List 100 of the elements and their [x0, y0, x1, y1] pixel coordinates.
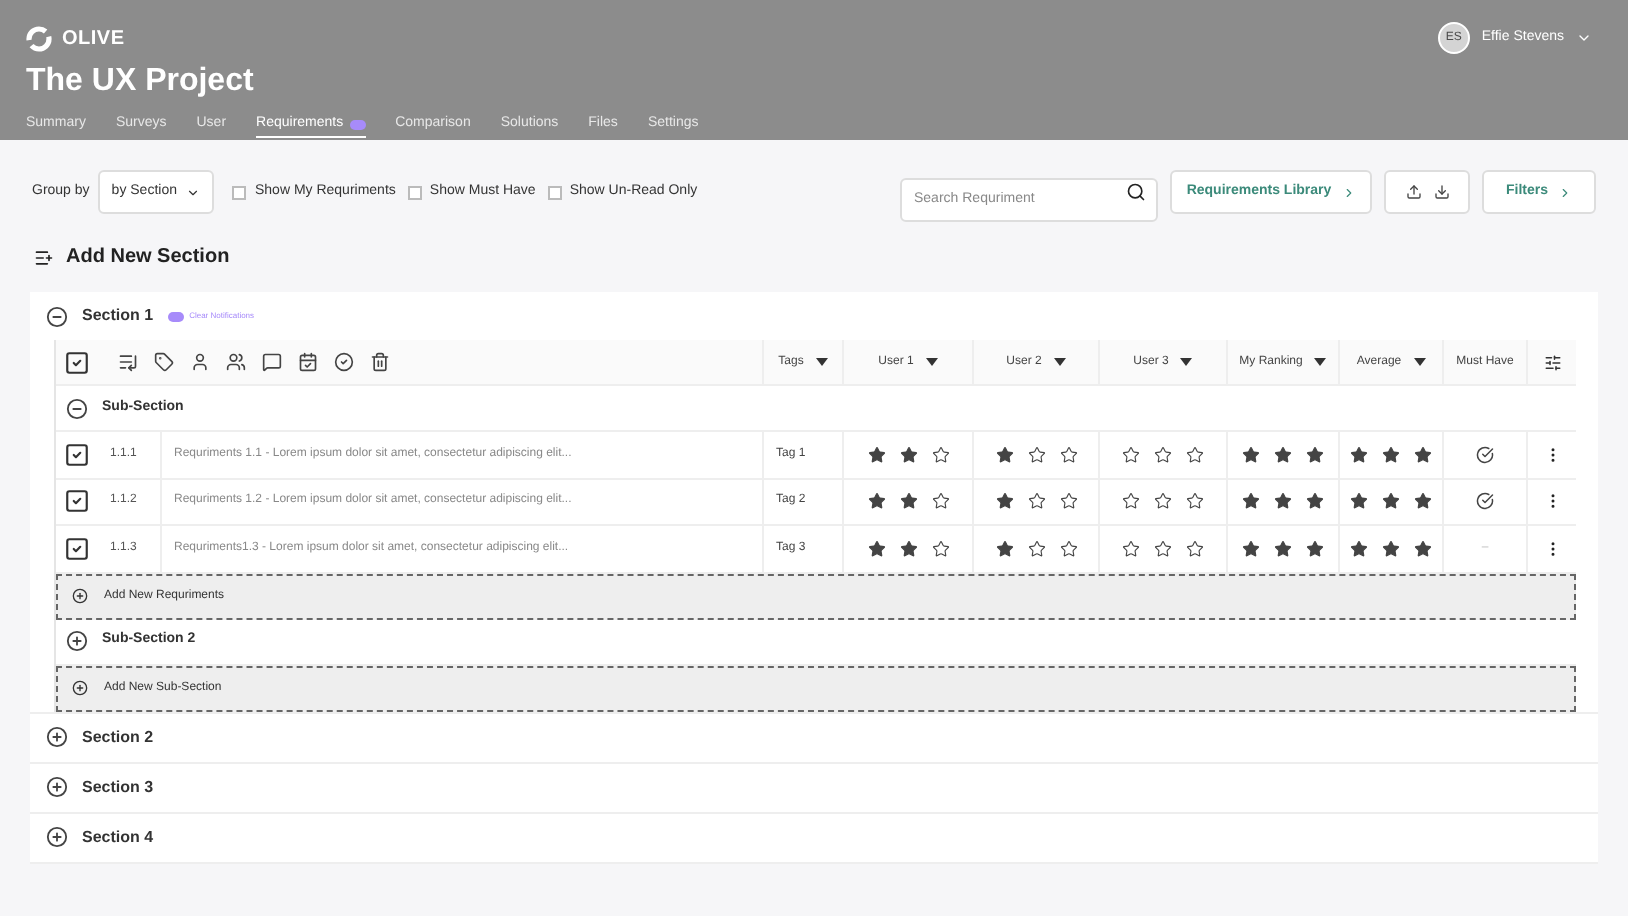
section-title[interactable]: Section 3: [82, 775, 154, 799]
star-rating[interactable]: [1350, 492, 1432, 511]
tag-icon[interactable]: [154, 352, 174, 372]
star-icon: [1306, 539, 1324, 558]
star-icon: [1414, 445, 1432, 464]
checkbox[interactable]: [407, 185, 422, 199]
plus-circle-icon: [72, 588, 88, 604]
search-icon[interactable]: [1126, 182, 1146, 202]
list-icon[interactable]: [118, 352, 138, 372]
star-rating[interactable]: [1242, 445, 1324, 464]
star-icon: [1382, 539, 1400, 558]
badge-icon: [167, 311, 184, 321]
star-icon: [1059, 445, 1077, 464]
trash-icon[interactable]: [370, 352, 390, 372]
sort-icon: [1053, 358, 1066, 366]
star-icon: [1027, 492, 1045, 511]
users-icon[interactable]: [226, 352, 246, 372]
star-icon: [1027, 445, 1045, 464]
star-icon: [1414, 492, 1432, 511]
star-icon: [1306, 492, 1324, 511]
checkbox[interactable]: [64, 535, 90, 562]
star-icon: [931, 492, 949, 511]
list-plus-icon: [34, 247, 54, 267]
star-rating[interactable]: [867, 539, 949, 558]
star-icon: [1274, 539, 1292, 558]
star-icon: [867, 445, 885, 464]
star-icon: [1242, 445, 1260, 464]
check-circle-icon[interactable]: [1476, 445, 1494, 464]
star-icon: [995, 445, 1013, 464]
section-title[interactable]: Section 2: [82, 725, 154, 749]
star-icon: [1027, 539, 1045, 558]
star-icon: [1186, 492, 1204, 511]
star-rating[interactable]: [1242, 539, 1324, 558]
star-icon: [931, 445, 949, 464]
star-icon: [1059, 492, 1077, 511]
section-title[interactable]: Section 1: [82, 304, 154, 328]
star-icon: [931, 539, 949, 558]
upload-icon[interactable]: [1405, 184, 1421, 200]
expand-icon[interactable]: [46, 776, 68, 798]
star-icon: [1414, 539, 1432, 558]
star-icon: [1186, 445, 1204, 464]
checkbox[interactable]: [64, 488, 90, 515]
star-rating[interactable]: [1242, 492, 1324, 511]
chevron-right-icon: [1558, 185, 1572, 199]
star-icon: [867, 492, 885, 511]
check-circle-icon[interactable]: [334, 352, 354, 372]
settings-icon[interactable]: [1543, 353, 1561, 371]
download-icon[interactable]: [1433, 184, 1449, 200]
expand-icon[interactable]: [66, 630, 88, 652]
star-rating[interactable]: [867, 445, 949, 464]
check-circle-icon[interactable]: [1476, 492, 1494, 511]
calendar-icon[interactable]: [298, 352, 318, 372]
star-rating[interactable]: [995, 445, 1077, 464]
expand-icon[interactable]: [46, 726, 68, 748]
star-rating[interactable]: [1350, 539, 1432, 558]
star-rating[interactable]: [1122, 539, 1204, 558]
star-icon: [1382, 492, 1400, 511]
section-title[interactable]: Section 4: [82, 825, 154, 849]
star-rating[interactable]: [1350, 445, 1432, 464]
star-icon: [899, 539, 917, 558]
chevron-down-icon: [186, 185, 201, 199]
checkbox[interactable]: [64, 349, 90, 375]
star-icon: [1154, 492, 1172, 511]
star-rating[interactable]: [995, 492, 1077, 511]
star-icon: [1382, 445, 1400, 464]
star-icon: [1154, 445, 1172, 464]
star-icon: [1306, 445, 1324, 464]
sort-icon: [1413, 358, 1426, 366]
add-section-button[interactable]: Add New Section: [34, 242, 230, 272]
star-icon: [1122, 445, 1140, 464]
sort-icon: [815, 358, 828, 366]
star-icon: [1154, 539, 1172, 558]
star-rating[interactable]: [1122, 445, 1204, 464]
comment-icon[interactable]: [262, 352, 282, 372]
star-rating[interactable]: [995, 539, 1077, 558]
star-icon: [995, 539, 1013, 558]
checkbox[interactable]: [232, 185, 247, 199]
star-icon: [1350, 539, 1368, 558]
user-icon[interactable]: [190, 352, 210, 372]
star-icon: [867, 539, 885, 558]
star-icon: [1122, 539, 1140, 558]
sort-icon: [925, 358, 938, 366]
brand-name: OLIVE: [62, 26, 125, 54]
star-icon: [1350, 492, 1368, 511]
star-rating[interactable]: [867, 492, 949, 511]
star-icon: [1242, 539, 1260, 558]
expand-icon[interactable]: [46, 826, 68, 848]
chevron-down-icon[interactable]: [1576, 30, 1592, 46]
star-icon: [1186, 539, 1204, 558]
checkbox[interactable]: [64, 441, 90, 468]
logo-icon: [26, 26, 52, 52]
checkbox[interactable]: [547, 185, 562, 199]
sort-icon: [1314, 358, 1327, 366]
collapse-icon[interactable]: [66, 397, 88, 419]
star-icon: [1274, 445, 1292, 464]
plus-circle-icon: [72, 680, 88, 696]
star-icon: [1242, 492, 1260, 511]
collapse-icon[interactable]: [46, 305, 68, 327]
star-icon: [1274, 492, 1292, 511]
star-rating[interactable]: [1122, 492, 1204, 511]
